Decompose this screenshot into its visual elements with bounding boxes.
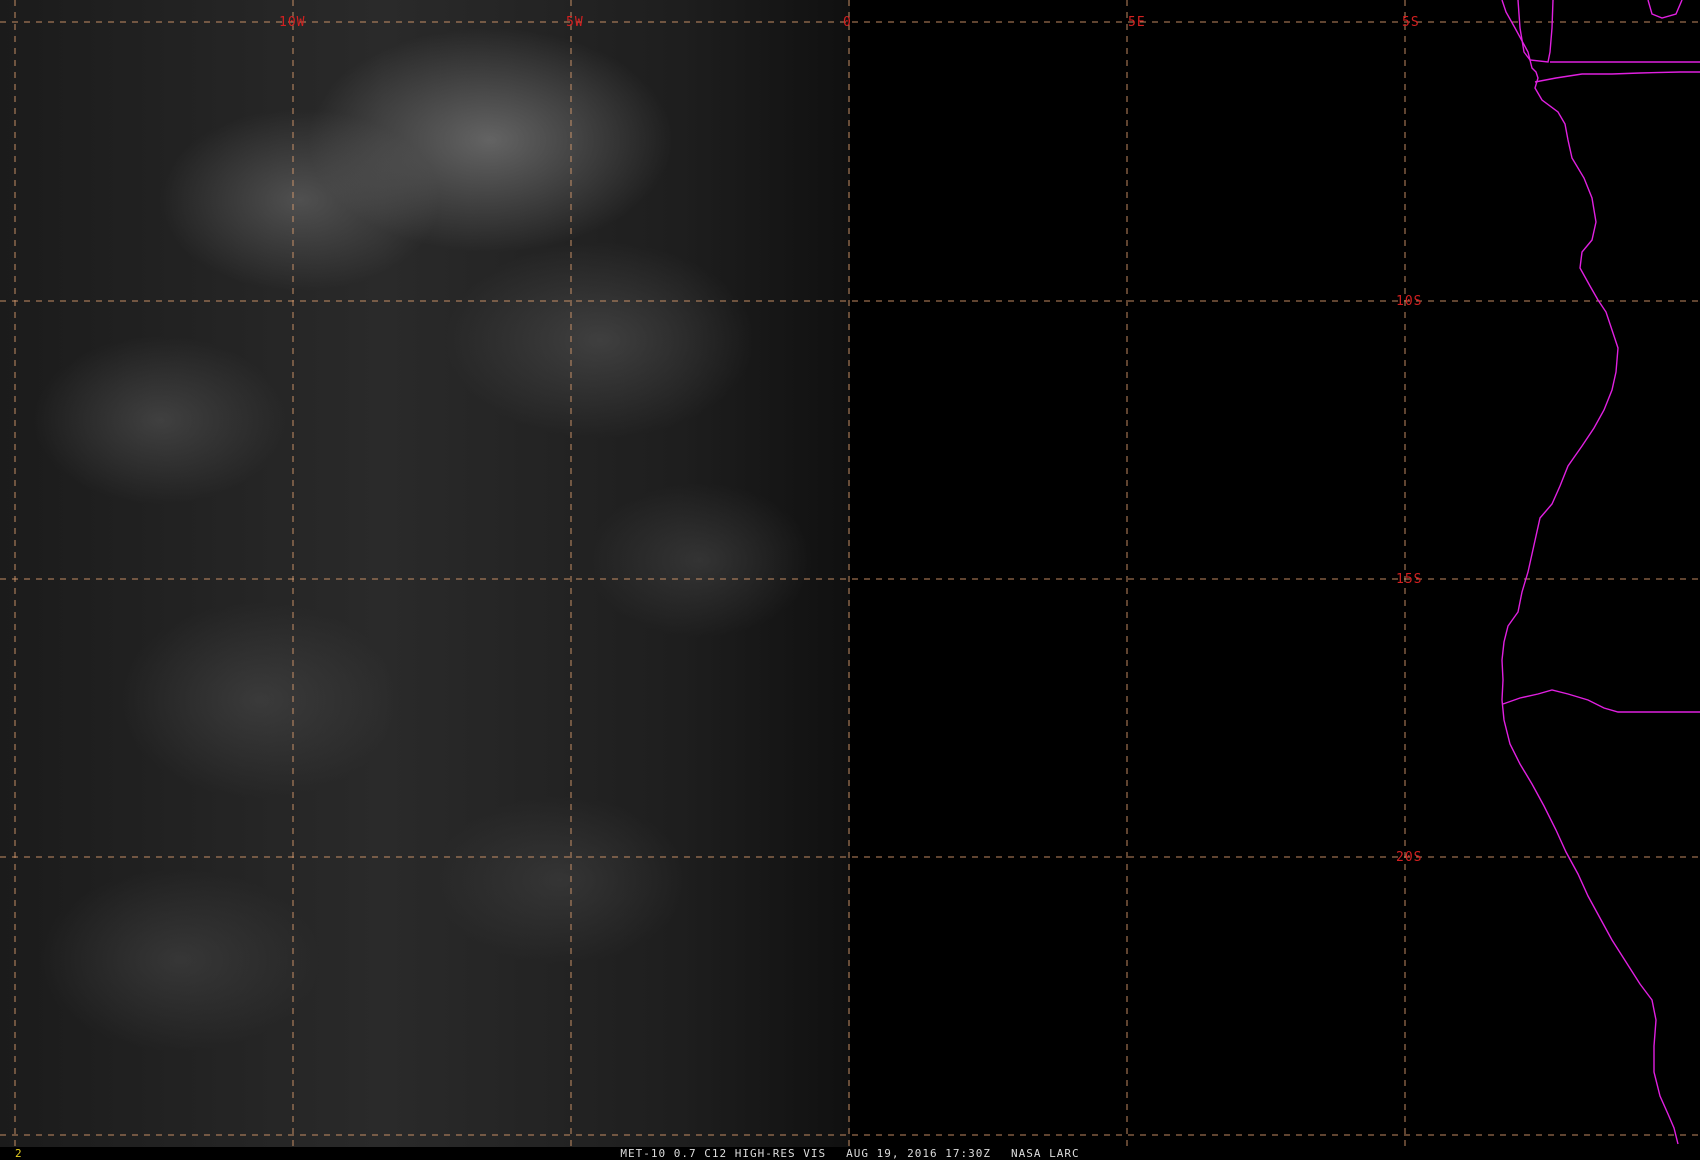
border-north-corner <box>1647 0 1683 19</box>
satellite-map: 10W 5W 0 5E 5S 10S 15S 20S <box>0 0 1700 1160</box>
image-caption: MET-10 0.7 C12 HIGH-RES VIS AUG 19, 2016 … <box>0 1147 1700 1160</box>
latitude-label-10s: 10S <box>1396 294 1422 309</box>
latitude-label-5s: 5S <box>1402 15 1420 30</box>
latitude-labels: 5S 10S 15S 20S <box>1396 15 1422 865</box>
longitude-label-5w: 5W <box>566 15 584 30</box>
coastline <box>1501 0 1679 1145</box>
map-overlay: 10W 5W 0 5E 5S 10S 15S 20S <box>0 0 1700 1146</box>
latitude-label-15s: 15S <box>1396 572 1422 587</box>
latitude-grid <box>0 21 1700 1136</box>
border-angola-namibia <box>1502 689 1700 713</box>
border-angola-congo <box>1534 71 1700 83</box>
longitude-grid <box>14 0 1406 1146</box>
longitude-label-10w: 10W <box>279 15 305 30</box>
timestamp-label: AUG 19, 2016 17:30Z <box>846 1147 992 1160</box>
product-label: MET-10 0.7 C12 HIGH-RES VIS <box>620 1147 827 1160</box>
longitude-label-5e: 5E <box>1128 15 1146 30</box>
source-label: NASA LARC <box>1011 1147 1080 1160</box>
border-north <box>1517 0 1554 63</box>
longitude-label-0: 0 <box>843 15 852 30</box>
coastline-borders <box>1501 0 1700 1145</box>
latitude-label-20s: 20S <box>1396 850 1422 865</box>
